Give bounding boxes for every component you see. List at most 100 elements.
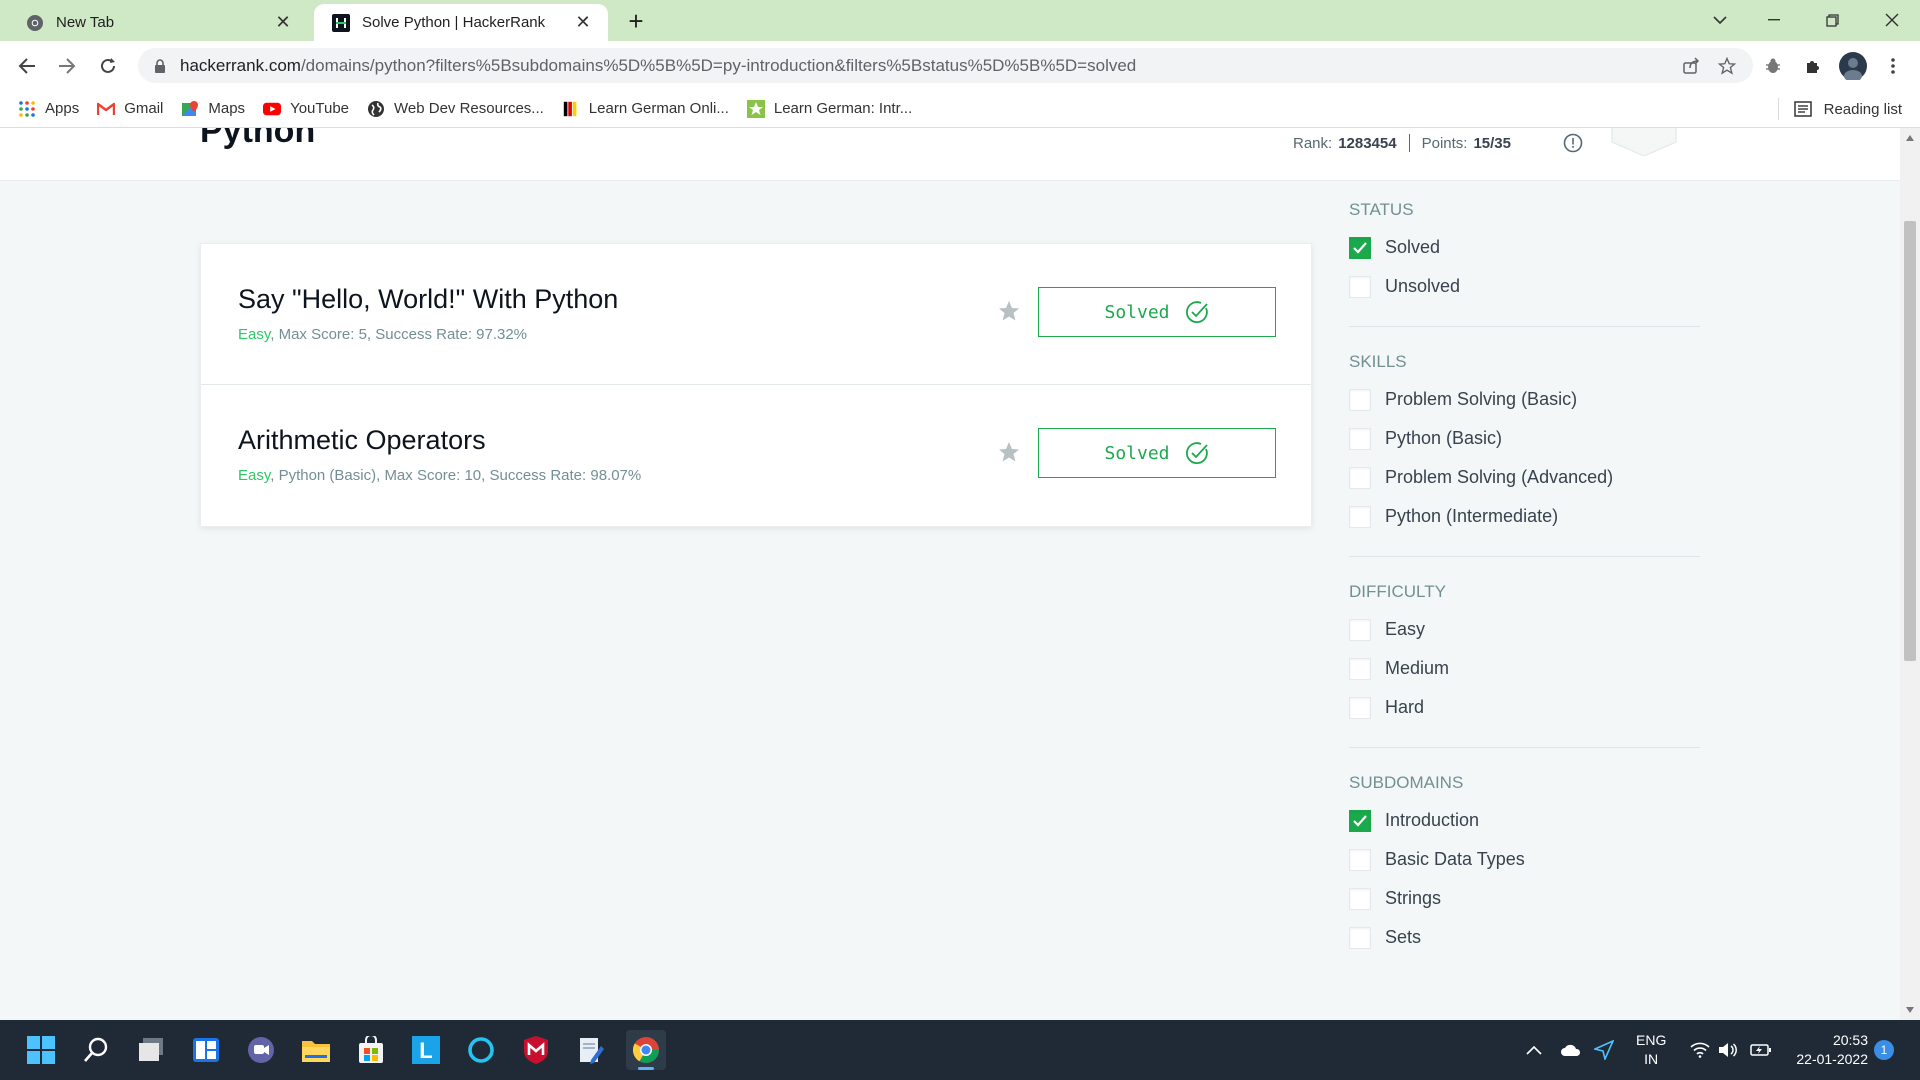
- extension-bug-icon[interactable]: [1756, 49, 1790, 83]
- filter-problem-solving-basic[interactable]: Problem Solving (Basic): [1349, 380, 1700, 419]
- l-app-icon[interactable]: L: [406, 1030, 446, 1070]
- points-value: 15/35: [1473, 134, 1511, 152]
- teams-chat-icon[interactable]: [241, 1030, 281, 1070]
- close-icon[interactable]: ✕: [272, 12, 294, 34]
- bookmark-learn-german-online[interactable]: Learn German Onli...: [562, 95, 729, 123]
- solved-label: Solved: [1104, 301, 1170, 323]
- file-explorer-icon[interactable]: [296, 1030, 336, 1070]
- forward-arrow-icon[interactable]: [50, 49, 84, 83]
- checkbox[interactable]: [1349, 926, 1371, 949]
- reading-list-button[interactable]: Reading list: [1793, 90, 1902, 128]
- tab-hackerrank[interactable]: Solve Python | HackerRank ✕: [314, 4, 608, 41]
- language-indicator[interactable]: ENG IN: [1636, 1020, 1672, 1080]
- filter-label: Problem Solving (Advanced): [1385, 467, 1614, 487]
- show-hidden-icons-chevron-icon[interactable]: [1526, 1020, 1542, 1080]
- volume-icon[interactable]: [1718, 1020, 1738, 1080]
- bookmark-label: Gmail: [124, 100, 164, 117]
- checkbox[interactable]: [1349, 505, 1371, 528]
- alexa-icon[interactable]: [461, 1030, 501, 1070]
- solved-button[interactable]: Solved: [1038, 287, 1276, 337]
- wifi-icon[interactable]: [1690, 1020, 1710, 1080]
- window-close-icon[interactable]: [1868, 0, 1916, 40]
- checkbox[interactable]: [1349, 275, 1371, 298]
- address-bar[interactable]: hackerrank.com/domains/python?filters%5B…: [138, 48, 1753, 83]
- share-icon[interactable]: [1673, 51, 1709, 81]
- search-icon[interactable]: [76, 1030, 116, 1070]
- notification-badge[interactable]: 1: [1874, 1020, 1894, 1080]
- filter-hard[interactable]: Hard: [1349, 688, 1700, 727]
- tab-new-tab[interactable]: New Tab ✕: [8, 4, 308, 41]
- close-icon[interactable]: ✕: [572, 12, 594, 34]
- bookmark-youtube[interactable]: YouTube: [263, 95, 349, 123]
- scroll-down-arrow-icon[interactable]: [1905, 1005, 1915, 1015]
- bookmark-web-dev-resources[interactable]: Web Dev Resources...: [367, 95, 544, 123]
- badge-hexagon-icon[interactable]: [1610, 128, 1678, 157]
- challenge-card[interactable]: Arithmetic Operators Easy, Python (Basic…: [201, 385, 1311, 526]
- reload-icon[interactable]: [91, 49, 125, 83]
- checkbox-checked[interactable]: [1349, 236, 1371, 259]
- challenge-card[interactable]: Say "Hello, World!" With Python Easy, Ma…: [201, 244, 1311, 385]
- bookmark-gmail[interactable]: Gmail: [97, 95, 163, 123]
- widgets-icon[interactable]: [186, 1030, 226, 1070]
- clock[interactable]: 20:53 22-01-2022: [1788, 1020, 1868, 1080]
- new-tab-button[interactable]: +: [622, 7, 650, 35]
- page-scrollbar[interactable]: [1900, 128, 1920, 1020]
- bookmark-star-icon[interactable]: [997, 299, 1021, 323]
- checkbox[interactable]: [1349, 887, 1371, 910]
- mcafee-icon[interactable]: [516, 1030, 556, 1070]
- onedrive-cloud-icon[interactable]: [1560, 1020, 1582, 1080]
- filter-solved[interactable]: Solved: [1349, 228, 1700, 267]
- bookmark-star-icon[interactable]: [997, 440, 1021, 464]
- checkbox[interactable]: [1349, 388, 1371, 411]
- filter-heading: STATUS: [1349, 200, 1414, 219]
- location-arrow-icon[interactable]: [1594, 1020, 1614, 1080]
- solved-button[interactable]: Solved: [1038, 428, 1276, 478]
- filter-python-intermediate[interactable]: Python (Intermediate): [1349, 497, 1700, 536]
- windows-start-icon[interactable]: [21, 1030, 61, 1070]
- german-flag-icon: [562, 100, 580, 118]
- checkbox[interactable]: [1349, 657, 1371, 680]
- filter-problem-solving-advanced[interactable]: Problem Solving (Advanced): [1349, 458, 1700, 497]
- filter-strings[interactable]: Strings: [1349, 879, 1700, 918]
- checkbox[interactable]: [1349, 696, 1371, 719]
- url-host: hackerrank.com: [180, 55, 301, 75]
- filter-medium[interactable]: Medium: [1349, 649, 1700, 688]
- info-icon[interactable]: [1562, 132, 1584, 154]
- back-arrow-icon[interactable]: [10, 49, 44, 83]
- filter-python-basic[interactable]: Python (Basic): [1349, 419, 1700, 458]
- chrome-taskbar-icon[interactable]: [626, 1030, 666, 1070]
- checkbox-checked[interactable]: [1349, 809, 1371, 832]
- challenge-details: , Max Score: 5, Success Rate: 97.32%: [270, 326, 528, 343]
- restore-icon[interactable]: [1808, 0, 1856, 40]
- bookmark-star-icon[interactable]: [1709, 51, 1745, 81]
- extensions-puzzle-icon[interactable]: [1796, 49, 1830, 83]
- browser-tab-strip: New Tab ✕ Solve Python | HackerRank ✕ +: [0, 0, 1920, 41]
- checkbox[interactable]: [1349, 466, 1371, 489]
- bookmark-apps[interactable]: Apps: [18, 95, 79, 123]
- filter-sets[interactable]: Sets: [1349, 918, 1700, 957]
- checkbox[interactable]: [1349, 427, 1371, 450]
- checkbox[interactable]: [1349, 848, 1371, 871]
- microsoft-store-icon[interactable]: [351, 1030, 391, 1070]
- challenge-title[interactable]: Arithmetic Operators: [238, 425, 486, 456]
- battery-icon[interactable]: [1750, 1020, 1772, 1080]
- filter-basic-data-types[interactable]: Basic Data Types: [1349, 840, 1700, 879]
- filter-label: Solved: [1385, 237, 1441, 257]
- filter-unsolved[interactable]: Unsolved: [1349, 267, 1700, 306]
- checkbox[interactable]: [1349, 618, 1371, 641]
- filter-heading: DIFFICULTY: [1349, 582, 1446, 601]
- scroll-thumb[interactable]: [1904, 221, 1916, 661]
- challenge-title[interactable]: Say "Hello, World!" With Python: [238, 284, 618, 315]
- filter-introduction[interactable]: Introduction: [1349, 801, 1700, 840]
- filter-easy[interactable]: Easy: [1349, 610, 1700, 649]
- scroll-up-arrow-icon[interactable]: [1905, 133, 1915, 143]
- notepad-app-icon[interactable]: [571, 1030, 611, 1070]
- tab-search-chevron-icon[interactable]: [1696, 0, 1744, 40]
- kebab-menu-icon[interactable]: [1876, 49, 1910, 83]
- bookmark-learn-german-intro[interactable]: Learn German: Intr...: [746, 95, 912, 123]
- lock-icon[interactable]: [152, 58, 168, 73]
- task-view-icon[interactable]: [131, 1030, 171, 1070]
- bookmark-maps[interactable]: Maps: [181, 95, 245, 123]
- profile-avatar[interactable]: [1836, 49, 1870, 83]
- minimize-icon[interactable]: [1750, 0, 1798, 40]
